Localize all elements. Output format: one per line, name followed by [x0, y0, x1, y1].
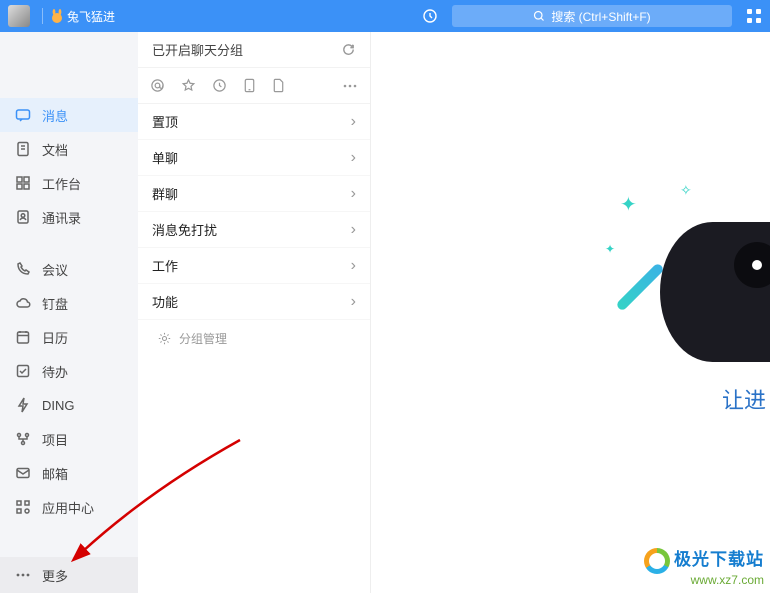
- search-input[interactable]: 搜索 (Ctrl+Shift+F): [452, 5, 732, 27]
- group-manage-label: 分组管理: [179, 330, 227, 347]
- sidebar-item-calendar[interactable]: 日历: [0, 320, 138, 354]
- chevron-right-icon: ›: [351, 221, 356, 239]
- calendar-icon: [14, 328, 32, 346]
- sidebar-item-contacts[interactable]: 通讯录: [0, 200, 138, 234]
- app-header: 兔飞猛进 搜索 (Ctrl+Shift+F): [0, 0, 770, 32]
- project-icon: [14, 430, 32, 448]
- sidebar-item-ding[interactable]: DING: [0, 388, 138, 422]
- phone-filter-icon[interactable]: [243, 78, 256, 93]
- chevron-right-icon: ›: [351, 185, 356, 203]
- sidebar-item-label: 工作台: [42, 174, 81, 193]
- group-manage-button[interactable]: 分组管理: [138, 320, 370, 356]
- apps-grid-icon: [14, 498, 32, 516]
- sidebar-item-label: 项目: [42, 430, 68, 449]
- chevron-right-icon: ›: [351, 257, 356, 275]
- sparkle-icon: ✦: [605, 242, 615, 256]
- group-work[interactable]: 工作 ›: [138, 248, 370, 284]
- sidebar-item-docs[interactable]: 文档: [0, 132, 138, 166]
- group-label: 消息免打扰: [152, 220, 217, 239]
- sidebar-item-label: 文档: [42, 140, 68, 159]
- sparkle-icon: ✦: [620, 192, 637, 217]
- file-icon[interactable]: [272, 78, 285, 93]
- chevron-right-icon: ›: [351, 113, 356, 131]
- sidebar-item-workbench[interactable]: 工作台: [0, 166, 138, 200]
- grid-icon: [14, 174, 32, 192]
- sidebar-item-todo[interactable]: 待办: [0, 354, 138, 388]
- sidebar-more-label: 更多: [42, 566, 68, 585]
- panel-header-text: 已开启聊天分组: [152, 40, 243, 59]
- message-icon: [14, 106, 32, 124]
- sidebar-item-label: 会议: [42, 260, 68, 279]
- group-label: 功能: [152, 292, 178, 311]
- mail-icon: [14, 464, 32, 482]
- sidebar-item-label: DING: [42, 398, 75, 413]
- sidebar-item-label: 通讯录: [42, 208, 81, 227]
- group-label: 群聊: [152, 184, 178, 203]
- user-avatar[interactable]: [8, 5, 30, 27]
- refresh-icon[interactable]: [341, 42, 356, 57]
- panel-filter-icons: [138, 68, 370, 104]
- search-placeholder: 搜索 (Ctrl+Shift+F): [551, 8, 650, 25]
- sidebar-item-label: 待办: [42, 362, 68, 381]
- sidebar-item-label: 日历: [42, 328, 68, 347]
- sidebar-item-label: 应用中心: [42, 498, 94, 517]
- group-label: 单聊: [152, 148, 178, 167]
- sidebar-item-mail[interactable]: 邮箱: [0, 456, 138, 490]
- group-function[interactable]: 功能 ›: [138, 284, 370, 320]
- more-icon: [14, 573, 32, 577]
- watermark-title: 极光下载站: [674, 550, 764, 569]
- search-icon: [533, 10, 545, 22]
- sidebar-item-projects[interactable]: 项目: [0, 422, 138, 456]
- sidebar-item-appcenter[interactable]: 应用中心: [0, 490, 138, 524]
- rabbit-icon: [49, 8, 65, 24]
- group-label: 工作: [152, 256, 178, 275]
- chevron-right-icon: ›: [351, 149, 356, 167]
- group-group-chat[interactable]: 群聊 ›: [138, 176, 370, 212]
- star-icon[interactable]: [181, 78, 196, 93]
- sidebar: 消息 文档 工作台 通讯录 会议 钉盘 日历 待办: [0, 32, 138, 593]
- cloud-icon: [14, 294, 32, 312]
- sidebar-item-label: 邮箱: [42, 464, 68, 483]
- watermark: 极光下载站 www.xz7.com: [644, 548, 764, 587]
- header-title: 兔飞猛进: [67, 8, 115, 25]
- gear-icon: [158, 332, 171, 345]
- group-label: 置顶: [152, 112, 178, 131]
- at-icon[interactable]: [150, 78, 165, 93]
- message-panel: 已开启聊天分组 置顶 › 单聊 › 群聊 › 消息免打扰 ›: [138, 32, 371, 593]
- promo-text: 让进: [722, 383, 766, 415]
- sidebar-item-drive[interactable]: 钉盘: [0, 286, 138, 320]
- content-area: ✦ ✧ ✦ 让进 极光下载站 www.xz7.com: [371, 32, 770, 593]
- watermark-url: www.xz7.com: [644, 574, 764, 587]
- panel-header: 已开启聊天分组: [138, 32, 370, 68]
- sparkle-icon: ✧: [680, 182, 692, 199]
- group-dnd[interactable]: 消息免打扰 ›: [138, 212, 370, 248]
- mascot-illustration: ✦ ✧ ✦: [610, 182, 770, 372]
- document-icon: [14, 140, 32, 158]
- bolt-icon: [14, 396, 32, 414]
- sidebar-item-messages[interactable]: 消息: [0, 98, 138, 132]
- apps-icon[interactable]: [746, 8, 762, 24]
- sidebar-more-button[interactable]: 更多: [0, 557, 138, 593]
- sidebar-item-meeting[interactable]: 会议: [0, 252, 138, 286]
- sidebar-item-label: 钉盘: [42, 294, 68, 313]
- group-pinned[interactable]: 置顶 ›: [138, 104, 370, 140]
- check-icon: [14, 362, 32, 380]
- history-icon[interactable]: [422, 8, 438, 24]
- group-single-chat[interactable]: 单聊 ›: [138, 140, 370, 176]
- more-filter-icon[interactable]: [342, 84, 358, 88]
- divider: [42, 8, 43, 24]
- watermark-logo-icon: [644, 548, 670, 574]
- clock-icon[interactable]: [212, 78, 227, 93]
- chevron-right-icon: ›: [351, 293, 356, 311]
- sidebar-item-label: 消息: [42, 106, 68, 125]
- phone-icon: [14, 260, 32, 278]
- contacts-icon: [14, 208, 32, 226]
